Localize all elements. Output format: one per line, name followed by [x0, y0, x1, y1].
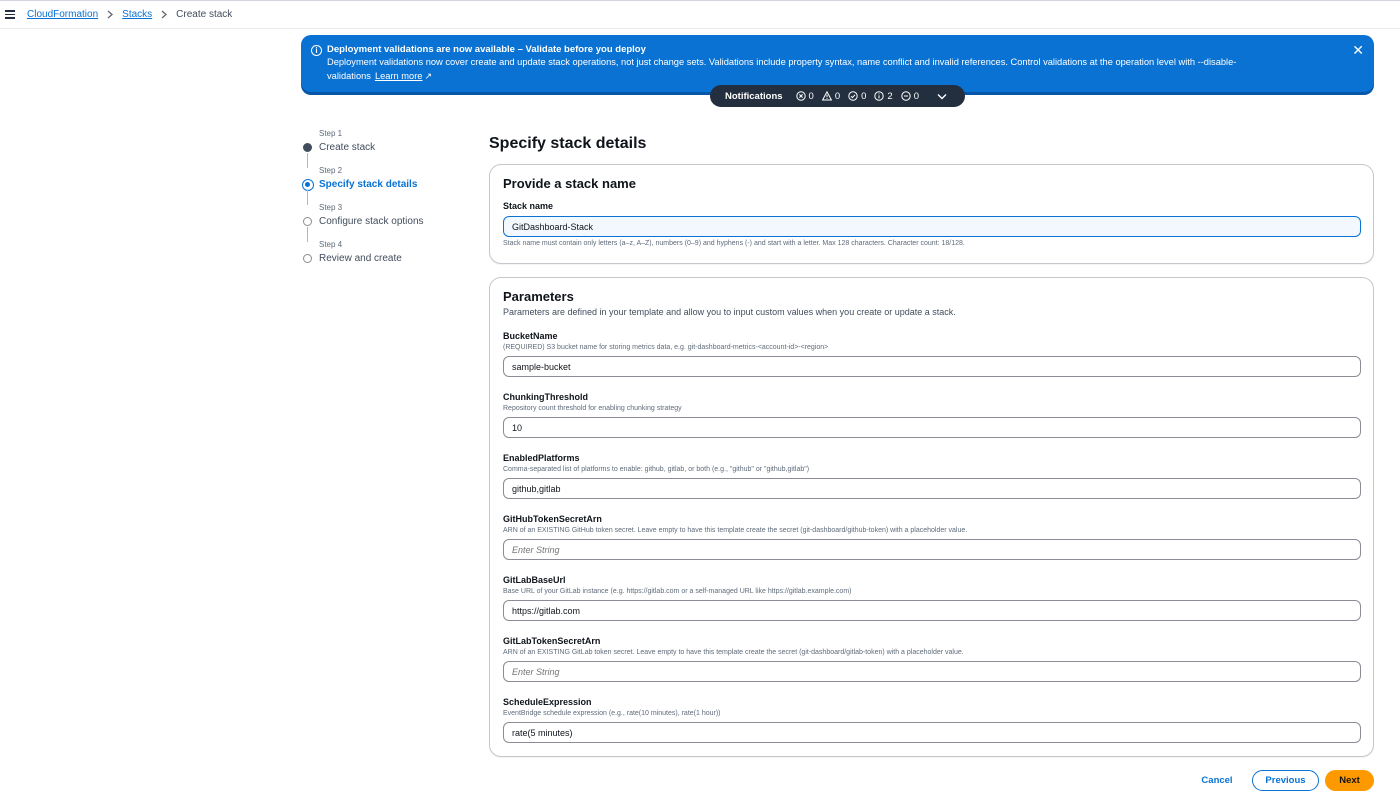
param-label-bucketname: BucketName [503, 331, 558, 341]
step-label[interactable]: Specify stack details [319, 178, 470, 192]
gitlabtokensecretarn-input[interactable] [503, 661, 1361, 682]
param-desc-githubtokensecretarn: ARN of an EXISTING GitHub token secret. … [503, 527, 968, 534]
next-button[interactable]: Next [1325, 770, 1374, 791]
parameters-description: Parameters are defined in your template … [503, 307, 956, 317]
close-icon[interactable]: ✕ [1352, 43, 1364, 57]
param-label-enabledplatforms: EnabledPlatforms [503, 453, 580, 463]
breadcrumb-cloudformation[interactable]: CloudFormation [27, 9, 98, 20]
param-desc-gitlabtokensecretarn: ARN of an EXISTING GitLab token secret. … [503, 649, 964, 656]
success-icon [848, 91, 858, 101]
githubtokensecretarn-input[interactable] [503, 539, 1361, 560]
step-pending-icon [303, 217, 312, 226]
stack-name-input[interactable] [503, 216, 1361, 237]
step-number: Step 3 [319, 203, 343, 212]
cancel-button[interactable]: Cancel [1196, 770, 1238, 791]
step-create-stack[interactable]: Step 1 Create stack [300, 128, 470, 168]
param-desc-chunkingthreshold: Repository count threshold for enabling … [503, 405, 682, 412]
warning-count: 0 [821, 90, 841, 102]
learn-more-link[interactable]: Learn more [375, 71, 423, 81]
in-progress-count: 0 [901, 91, 919, 102]
breadcrumb-stacks[interactable]: Stacks [122, 9, 152, 20]
warning-count-value: 0 [834, 90, 841, 102]
info-count-value: 2 [887, 90, 893, 102]
top-navigation: CloudFormation Stacks Create stack [0, 0, 1400, 29]
step-specify-stack-details[interactable]: Step 2 Specify stack details [300, 165, 470, 205]
info-outline-icon [874, 91, 885, 101]
param-label-gitlabtokensecretarn: GitLabTokenSecretArn [503, 636, 601, 646]
warning-icon [821, 91, 832, 101]
step-done-icon [303, 143, 312, 152]
external-link-icon: ↗ [424, 70, 433, 81]
bucketname-input[interactable] [503, 356, 1361, 377]
info-icon: i [311, 45, 322, 56]
step-label[interactable]: Create stack [319, 141, 470, 155]
scheduleexpression-input[interactable] [503, 722, 1361, 743]
param-label-chunkingthreshold: ChunkingThreshold [503, 392, 588, 402]
breadcrumb: CloudFormation Stacks Create stack [27, 9, 232, 20]
flash-body: Deployment validations now cover create … [327, 56, 1287, 83]
hamburger-menu-icon[interactable] [5, 10, 15, 19]
param-desc-bucketname: (REQUIRED) S3 bucket name for storing me… [503, 344, 829, 351]
step-label: Configure stack options [319, 216, 424, 227]
step-number: Step 4 [319, 240, 343, 249]
param-desc-scheduleexpression: EventBridge schedule expression (e.g., r… [503, 710, 721, 717]
parameters-title: Parameters [503, 289, 574, 304]
enabledplatforms-input[interactable] [503, 478, 1361, 499]
step-pending-icon [303, 254, 312, 263]
page-title: Specify stack details [489, 135, 647, 152]
stack-name-hint: Stack name must contain only letters (a–… [503, 240, 965, 247]
in-progress-icon [901, 91, 911, 101]
step-number: Step 2 [319, 166, 343, 175]
notifications-label: Notifications [725, 90, 783, 102]
info-flashbar: i Deployment validations are now availab… [301, 35, 1374, 92]
error-count-value: 0 [808, 90, 814, 102]
step-configure-stack-options: Step 3 Configure stack options [300, 202, 470, 242]
param-label-githubtokensecretarn: GitHubTokenSecretArn [503, 514, 602, 524]
stack-name-section-title: Provide a stack name [503, 176, 636, 191]
flash-title: Deployment validations are now available… [327, 44, 646, 55]
previous-button[interactable]: Previous [1252, 770, 1319, 791]
success-count: 0 [848, 91, 866, 102]
error-count: 0 [795, 90, 814, 102]
param-label-scheduleexpression: ScheduleExpression [503, 697, 592, 707]
step-review-and-create: Step 4 Review and create [300, 239, 470, 276]
step-label: Review and create [319, 253, 402, 264]
param-label-gitlabbaseurl: GitLabBaseUrl [503, 575, 566, 585]
gitlabbaseurl-input[interactable] [503, 600, 1361, 621]
flash-body-text: Deployment validations now cover create … [327, 57, 1237, 81]
param-desc-enabledplatforms: Comma-separated list of platforms to ena… [503, 466, 810, 473]
chunkingthreshold-input[interactable] [503, 417, 1361, 438]
chevron-down-icon[interactable] [937, 93, 947, 100]
breadcrumb-current: Create stack [176, 9, 233, 20]
wizard-steps: Step 1 Create stack Step 2 Specify stack… [300, 128, 470, 276]
stack-name-container: Provide a stack name Stack name Stack na… [489, 164, 1374, 264]
parameters-container: Parameters Parameters are defined in you… [489, 277, 1374, 757]
chevron-right-icon [107, 10, 114, 19]
param-desc-gitlabbaseurl: Base URL of your GitLab instance (e.g. h… [503, 588, 852, 595]
error-icon [795, 91, 806, 101]
step-number: Step 1 [319, 129, 343, 138]
chevron-right-icon [161, 10, 168, 19]
in-progress-count-value: 0 [913, 90, 920, 102]
stack-name-label: Stack name [503, 201, 554, 211]
step-current-icon [301, 178, 314, 191]
success-count-value: 0 [861, 90, 867, 102]
notifications-bar[interactable]: Notifications 0 0 0 2 0 [710, 85, 965, 107]
info-count: 2 [874, 90, 893, 102]
